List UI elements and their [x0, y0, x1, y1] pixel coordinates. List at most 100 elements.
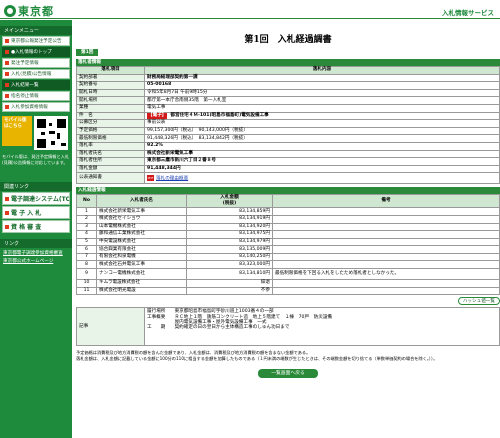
- row-label: 契約番号: [76, 81, 145, 90]
- column-header-content: 落札内容: [144, 66, 500, 75]
- bidder-name: 藤和通信工業株式会社: [96, 230, 187, 239]
- bid-amount: 83,134,979円: [186, 237, 273, 247]
- row-value: 91,448,326円（税込） 83,134,842円（税抜）: [144, 134, 500, 143]
- header-bar: 東京都 入札情報サービス: [0, 0, 500, 19]
- bid-note: [272, 214, 500, 224]
- bid-note: 最低制限価格を下回る入札をしたため落札者としなかった。: [272, 268, 500, 281]
- sidebar-item-top[interactable]: ●入札情報のトップ: [2, 47, 70, 57]
- bid-note: [272, 279, 500, 288]
- winner-info-table: 落札項目 落札内容 契約部署 財務局経理部契約第一課 契約番号 05-00168 開…: [76, 66, 500, 185]
- sidebar-item-results[interactable]: 入札結果一覧: [2, 80, 70, 90]
- back-to-list-button[interactable]: 一覧画面へ戻る: [258, 369, 318, 379]
- bidder-name: 株式会社セイショウ: [96, 214, 187, 224]
- row-value: 05-00168: [144, 81, 500, 90]
- bid-note: [272, 260, 500, 270]
- bid-note: [272, 245, 500, 254]
- table-row: 10 キムラ電設株式会社 辞退: [76, 279, 500, 288]
- row-label: 開札日時: [76, 88, 145, 98]
- bid-amount: 83,323,000円: [186, 260, 273, 270]
- table-row: 11 株式会社明光電設 不参: [76, 286, 500, 296]
- link-tokyo-homepage[interactable]: 東京都公式ホームページ: [3, 258, 69, 264]
- reason-summary-link[interactable]: 落札の理由概要: [156, 176, 188, 181]
- table-row: 公表通知書 PDF 落札の理由概要: [76, 172, 500, 185]
- table-row: 8 株式会社石井電気工事 83,323,000円: [76, 260, 500, 270]
- table-row: 4 藤和通信工業株式会社 83,134,975円: [76, 230, 500, 239]
- service-name: 入札情報サービス: [442, 9, 494, 17]
- hash-list-button[interactable]: ハッシュ値一覧: [457, 297, 500, 306]
- bid-no: 7: [76, 252, 97, 262]
- bid-no: 9: [76, 268, 97, 281]
- sidebar-item-koho[interactable]: 東京都公報発注予定公告: [2, 36, 70, 46]
- row-label: 落札者氏名: [76, 149, 145, 159]
- section-winner-title: 落札者情報: [76, 59, 500, 66]
- sidebar-item-procurement-system[interactable]: 電子調達システム(TOP): [2, 192, 70, 205]
- table-row: 件 名【電子】 都営住宅４Ｍ-101(昭島市福島町)電気設備工事: [76, 111, 500, 121]
- bid-amount: 83,140,250円: [186, 252, 273, 262]
- table-row: 7 有限会社和泉電機 83,140,250円: [76, 252, 500, 262]
- electronic-tag: 【電子】: [147, 112, 168, 119]
- bullet-icon: [5, 224, 9, 229]
- table-row: 1 株式会社新栄電気工事 83,134,859円: [76, 207, 500, 216]
- row-label: 落札金額: [76, 164, 145, 174]
- table-row: 開札場所 都庁第一本庁舎南側35階 第一入札室: [76, 96, 500, 105]
- bid-no: 8: [76, 260, 97, 270]
- round-tag: 第1回: [76, 49, 99, 56]
- row-label: 落札者住所: [76, 157, 145, 166]
- link-qualification-screening[interactable]: 東京都電子調達参加資格審査: [3, 250, 69, 256]
- sidebar-item-screening[interactable]: 資 格 審 査: [2, 220, 70, 233]
- tokyo-logo[interactable]: 東京都: [4, 3, 54, 19]
- bidder-name: 株式会社石井電気工事: [96, 260, 187, 270]
- qr-code-icon: [34, 116, 68, 150]
- bid-amount: 83,134,919円: [186, 214, 273, 224]
- sidebar-item-label: 指名停止情報: [11, 94, 39, 99]
- column-header-amount: 入札金額 (税抜): [186, 194, 273, 209]
- row-value: 事前公表: [144, 119, 500, 128]
- table-row: 9 ナンコー電機株式会社 83,134,810円 最低制限価格を下回る入札をしたため落…: [76, 268, 500, 281]
- mobile-link[interactable]: モバイル版 はこちら: [2, 116, 32, 146]
- bidder-name: ナンコー電機株式会社: [96, 268, 187, 281]
- bid-note: [272, 252, 500, 262]
- section-bids-title: 入札経過情報: [76, 187, 500, 195]
- bid-note: [272, 286, 500, 296]
- bid-amount: 不参: [186, 286, 273, 296]
- notes-table: 記事 履行場所 東京都昭島市福島町宇砂川道上1003番４の一部 工事概要 ＲＣ地…: [76, 307, 500, 347]
- sidebar-item-label: 電子調達システム(TOP): [11, 196, 70, 203]
- bidder-name: 中央電設株式会社: [96, 237, 187, 247]
- bullet-icon: [5, 61, 9, 65]
- sidebar-item-e-bidding[interactable]: 電 子 入 札: [2, 206, 70, 219]
- sidebar-item-label: 東京都公報発注予定公告: [11, 39, 62, 44]
- bullet-icon: [5, 94, 9, 98]
- row-value: 財務局経理部契約第一課: [144, 73, 500, 83]
- table-row: 5 中央電設株式会社 83,134,979円: [76, 237, 500, 247]
- row-value: 都営住宅４Ｍ-101(昭島市福島町)電気設備工事: [170, 112, 269, 118]
- footnote: 予定価格は消費税及び地方消費税の額を含んだ金額であり、入札金額は、消費税及び地方…: [76, 350, 438, 361]
- bid-note: [272, 237, 500, 247]
- row-value: 92.2%: [144, 141, 500, 151]
- row-label: 最低制限価格: [76, 134, 145, 143]
- row-value: 電気工事: [144, 103, 500, 113]
- row-value: 東京都三鷹市新川六丁目２番８号: [144, 157, 500, 166]
- sidebar-item-label: 発注予定情報: [11, 61, 39, 66]
- bidder-name: 株式会社明光電設: [96, 286, 187, 296]
- column-header-no: No: [76, 194, 97, 209]
- bid-no: 5: [76, 237, 97, 247]
- sidebar-item-schedule[interactable]: 発注予定情報: [2, 58, 70, 68]
- notes-content: 履行場所 東京都昭島市福島町宇砂川道上1003番４の一部 工事概要 ＲＣ地上１階…: [144, 307, 500, 347]
- table-row: 3 山本電機株式会社 83,134,920円: [76, 222, 500, 232]
- bullet-icon: [5, 210, 9, 215]
- row-label: 業種: [76, 103, 145, 113]
- table-row: 開札日時 令和5年8月7日 午前9時15分: [76, 88, 500, 98]
- main-content: 第1回 入札経過調書 第1回 落札者情報 落札項目 落札内容 契約部署 財務局経理…: [76, 20, 500, 438]
- bid-amount: 83,134,920円: [186, 222, 273, 232]
- sidebar-links-heading: 関連リンク: [0, 182, 72, 191]
- sidebar-item-suspension[interactable]: 指名停止情報: [2, 91, 70, 101]
- bidder-name: 協合興業有限会社: [96, 245, 187, 254]
- bid-no: 1: [76, 207, 97, 216]
- bullet-icon: [5, 72, 9, 76]
- row-value: 都庁第一本庁舎南側35階 第一入札室: [144, 96, 500, 105]
- sidebar-item-notice[interactable]: 入札(見積)公告情報: [2, 69, 70, 79]
- bid-note: [272, 207, 500, 216]
- table-row: 記事 履行場所 東京都昭島市福島町宇砂川道上1003番４の一部 工事概要 ＲＣ地…: [76, 307, 500, 347]
- table-row: 落札者氏名 株式会社新栄電気工事: [76, 149, 500, 159]
- sidebar-item-qualification[interactable]: 入札参加資格情報: [2, 102, 70, 112]
